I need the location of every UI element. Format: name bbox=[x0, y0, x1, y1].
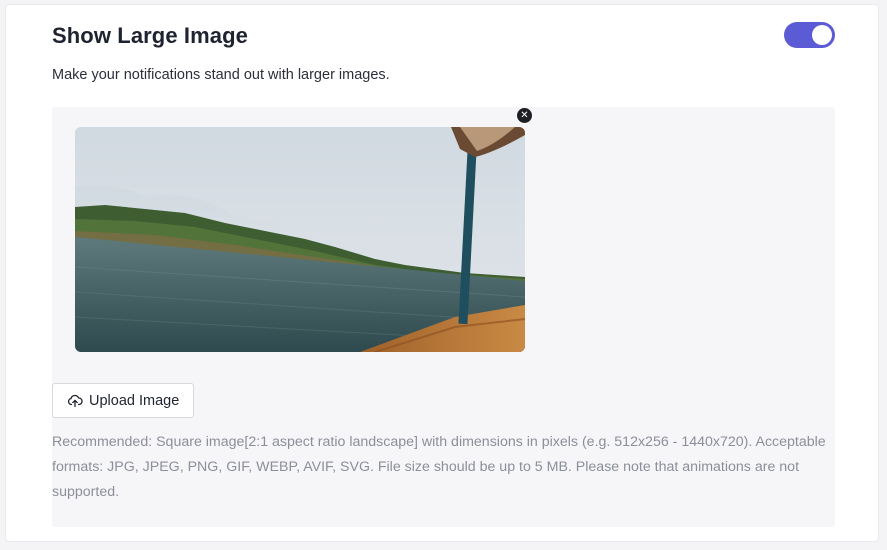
large-image-settings-card: Show Large Image Make your notifications… bbox=[5, 4, 879, 542]
toggle-knob bbox=[812, 25, 832, 45]
upload-image-label: Upload Image bbox=[89, 392, 180, 409]
section-title: Show Large Image bbox=[52, 23, 248, 48]
upload-help-text: Recommended: Square image[2:1 aspect rat… bbox=[52, 434, 826, 500]
image-preview bbox=[75, 127, 525, 352]
upload-image-button[interactable]: Upload Image bbox=[52, 383, 195, 418]
image-upload-panel: ✕ Upload Image Recommended: Square image… bbox=[52, 107, 835, 527]
remove-image-button[interactable]: ✕ bbox=[517, 108, 532, 123]
show-large-image-toggle[interactable] bbox=[784, 22, 835, 48]
close-icon: ✕ bbox=[520, 110, 529, 121]
lake-photo bbox=[75, 127, 525, 352]
cloud-upload-icon bbox=[67, 393, 83, 409]
section-description: Make your notifications stand out with l… bbox=[52, 67, 390, 83]
